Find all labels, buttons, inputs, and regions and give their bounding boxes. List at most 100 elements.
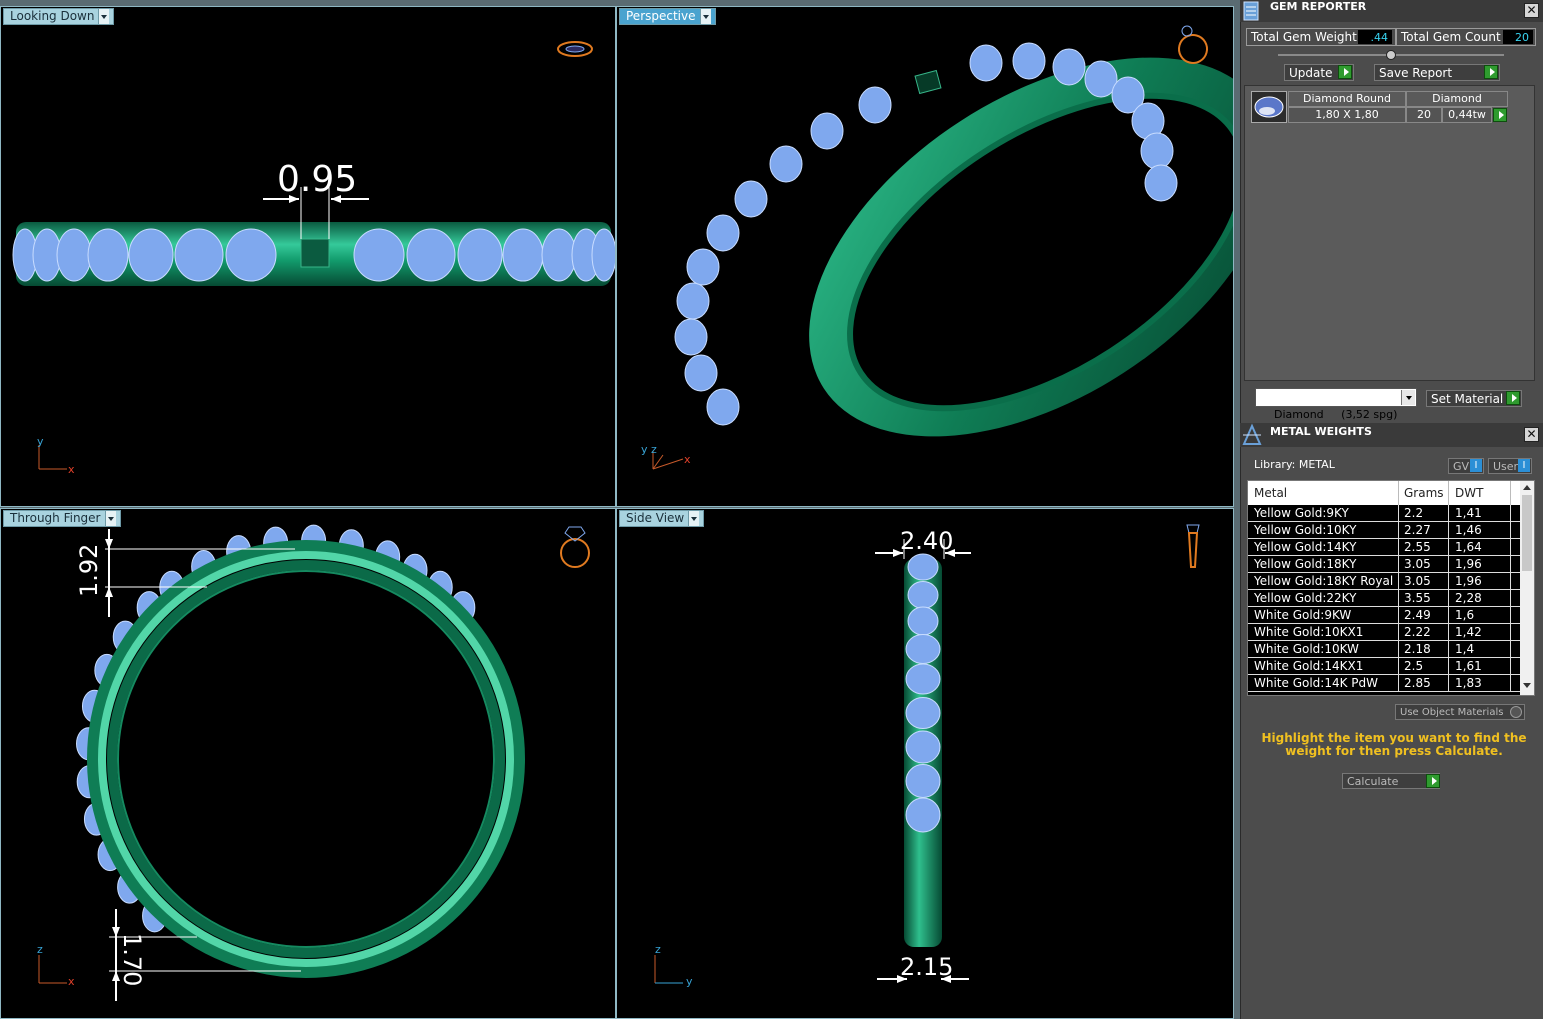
dwt-cell: 1,96 bbox=[1455, 557, 1482, 571]
grams-cell: 2.18 bbox=[1404, 642, 1431, 656]
metal-cell: Yellow Gold:10KY bbox=[1254, 523, 1357, 537]
diamond-gem bbox=[128, 228, 174, 282]
metal-weights-title: METAL WEIGHTS bbox=[1270, 425, 1372, 438]
chevron-down-icon[interactable] bbox=[98, 9, 110, 24]
viewport-label-text: Side View bbox=[626, 511, 685, 525]
close-icon[interactable]: ✕ bbox=[1524, 427, 1539, 442]
diamond-round-icon bbox=[1254, 96, 1284, 118]
table-row[interactable]: Yellow Gold:10KY 2.27 1,46 bbox=[1248, 522, 1520, 539]
scroll-down-icon[interactable] bbox=[1523, 683, 1531, 688]
table-row[interactable]: White Gold:10KX1 2.22 1,42 bbox=[1248, 624, 1520, 641]
axis-z-label: z bbox=[37, 943, 43, 956]
chevron-down-icon[interactable] bbox=[104, 511, 116, 526]
info-icon[interactable]: I bbox=[1518, 459, 1530, 472]
gem-weight-cell[interactable]: 0,44tw bbox=[1442, 107, 1492, 123]
table-row[interactable]: Yellow Gold:18KY 3.05 1,96 bbox=[1248, 556, 1520, 573]
axis-gizmo bbox=[652, 451, 684, 470]
diamond-gem bbox=[905, 697, 941, 729]
viewport-label-through-finger[interactable]: Through Finger bbox=[3, 510, 121, 527]
diamond-gem bbox=[706, 388, 740, 426]
scroll-up-icon[interactable] bbox=[1523, 485, 1531, 490]
viewport-through-finger[interactable]: 1.92 1.70 z x Through Finger bbox=[0, 508, 616, 1019]
center-setting bbox=[300, 238, 330, 268]
material-select[interactable]: Diamond (3,52 spg) bbox=[1255, 388, 1417, 421]
diamond-gem bbox=[457, 228, 503, 282]
table-row[interactable]: White Gold:14KX1 2.5 1,61 bbox=[1248, 658, 1520, 675]
view-cube-icon[interactable] bbox=[557, 41, 593, 57]
viewport-label-text: Looking Down bbox=[10, 9, 95, 23]
viewport-label-side-view[interactable]: Side View bbox=[619, 510, 705, 527]
dwt-cell: 1,83 bbox=[1455, 676, 1482, 690]
metal-cell: Yellow Gold:9KY bbox=[1254, 506, 1349, 520]
diamond-gem bbox=[87, 228, 129, 282]
center-setting bbox=[914, 69, 942, 95]
dwt-cell: 1,6 bbox=[1455, 608, 1475, 622]
column-header-dwt[interactable]: DWT bbox=[1455, 486, 1483, 500]
viewport-looking-down[interactable]: 0.95 y x Looking Down bbox=[0, 6, 616, 507]
diamond-gem bbox=[905, 663, 941, 695]
table-row[interactable]: Yellow Gold:18KY Royal 3.05 1,96 bbox=[1248, 573, 1520, 590]
axis-x-label: x bbox=[684, 453, 691, 466]
gem-name-cell[interactable]: Diamond Round bbox=[1288, 91, 1406, 107]
dimension-label: 0.95 bbox=[277, 159, 358, 200]
table-row[interactable]: Yellow Gold:22KY 3.55 2,28 bbox=[1248, 590, 1520, 607]
diamond-gem bbox=[905, 797, 941, 833]
viewport-label-looking-down[interactable]: Looking Down bbox=[3, 8, 115, 25]
table-row[interactable]: Yellow Gold:14KY 2.55 1,64 bbox=[1248, 539, 1520, 556]
gem-thumbnail[interactable] bbox=[1251, 91, 1287, 123]
gem-row-arrow-icon[interactable] bbox=[1493, 108, 1507, 122]
column-header-grams[interactable]: Grams bbox=[1404, 486, 1444, 500]
use-object-materials-button[interactable]: Use Object Materials bbox=[1395, 704, 1525, 720]
chevron-down-icon[interactable] bbox=[688, 511, 700, 526]
viewport-side-view[interactable]: 2.40 2.15 z y Side View bbox=[616, 508, 1234, 1019]
dimension-label-top: 2.40 bbox=[900, 527, 954, 555]
column-header-metal[interactable]: Metal bbox=[1254, 486, 1287, 500]
save-report-button[interactable]: Save Report bbox=[1374, 64, 1500, 81]
metal-cell: White Gold:14K PdW bbox=[1254, 676, 1379, 690]
table-row[interactable]: Yellow Gold:9KY 2.2 1,41 bbox=[1248, 505, 1520, 522]
diamond-gem bbox=[907, 606, 939, 636]
diamond-gem bbox=[907, 553, 939, 581]
diamond-gem bbox=[56, 228, 92, 282]
diamond-gem bbox=[686, 248, 720, 286]
metal-cell: White Gold:10KW bbox=[1254, 642, 1359, 656]
view-cube-icon[interactable] bbox=[1186, 524, 1200, 568]
axis-x-label: x bbox=[68, 463, 75, 476]
table-row[interactable]: White Gold:14K PdW 2.85 1,83 bbox=[1248, 675, 1520, 692]
axis-x-label: x bbox=[68, 975, 75, 988]
toggle-icon[interactable] bbox=[1510, 706, 1522, 718]
axis-z-label: z bbox=[655, 943, 661, 956]
chevron-down-icon[interactable] bbox=[1401, 390, 1415, 405]
diamond-gem bbox=[502, 228, 544, 282]
set-material-arrow-icon[interactable] bbox=[1506, 391, 1520, 405]
slider-handle[interactable] bbox=[1386, 50, 1396, 60]
diamond-gem bbox=[541, 228, 577, 282]
save-report-arrow-icon[interactable] bbox=[1484, 65, 1498, 79]
diamond-gem bbox=[905, 634, 941, 664]
metal-cell: Yellow Gold:22KY bbox=[1254, 591, 1357, 605]
chevron-down-icon[interactable] bbox=[699, 9, 711, 24]
info-icon[interactable]: I bbox=[1470, 459, 1482, 472]
table-row[interactable]: White Gold:9KW 2.49 1,6 bbox=[1248, 607, 1520, 624]
table-row[interactable]: White Gold:10KW 2.18 1,4 bbox=[1248, 641, 1520, 658]
update-arrow-icon[interactable] bbox=[1338, 65, 1352, 79]
dwt-cell: 1,61 bbox=[1455, 659, 1482, 673]
viewport-perspective[interactable]: y z x Perspective bbox=[616, 6, 1234, 507]
grams-cell: 2.49 bbox=[1404, 608, 1431, 622]
grams-cell: 2.27 bbox=[1404, 523, 1431, 537]
view-cube-icon[interactable] bbox=[560, 526, 590, 568]
dwt-cell: 1,41 bbox=[1455, 506, 1482, 520]
calculate-arrow-icon[interactable] bbox=[1426, 774, 1440, 788]
gem-size-cell[interactable]: 1,80 X 1,80 bbox=[1288, 107, 1406, 123]
gem-list bbox=[1244, 85, 1535, 381]
metal-weights-table[interactable]: Metal Grams DWT Yellow Gold:9KY 2.2 1,41 Ye… bbox=[1247, 480, 1535, 696]
scrollbar[interactable] bbox=[1520, 481, 1534, 695]
close-icon[interactable]: ✕ bbox=[1524, 3, 1539, 18]
gem-material-cell[interactable]: Diamond bbox=[1406, 91, 1508, 107]
dwt-cell: 1,46 bbox=[1455, 523, 1482, 537]
viewport-label-perspective[interactable]: Perspective bbox=[619, 8, 716, 25]
diamond-gem bbox=[706, 214, 740, 252]
gem-count-cell[interactable]: 20 bbox=[1406, 107, 1442, 123]
gem-reporter-header: GEM REPORTER ✕ bbox=[1240, 0, 1543, 22]
scroll-thumb[interactable] bbox=[1522, 495, 1532, 571]
